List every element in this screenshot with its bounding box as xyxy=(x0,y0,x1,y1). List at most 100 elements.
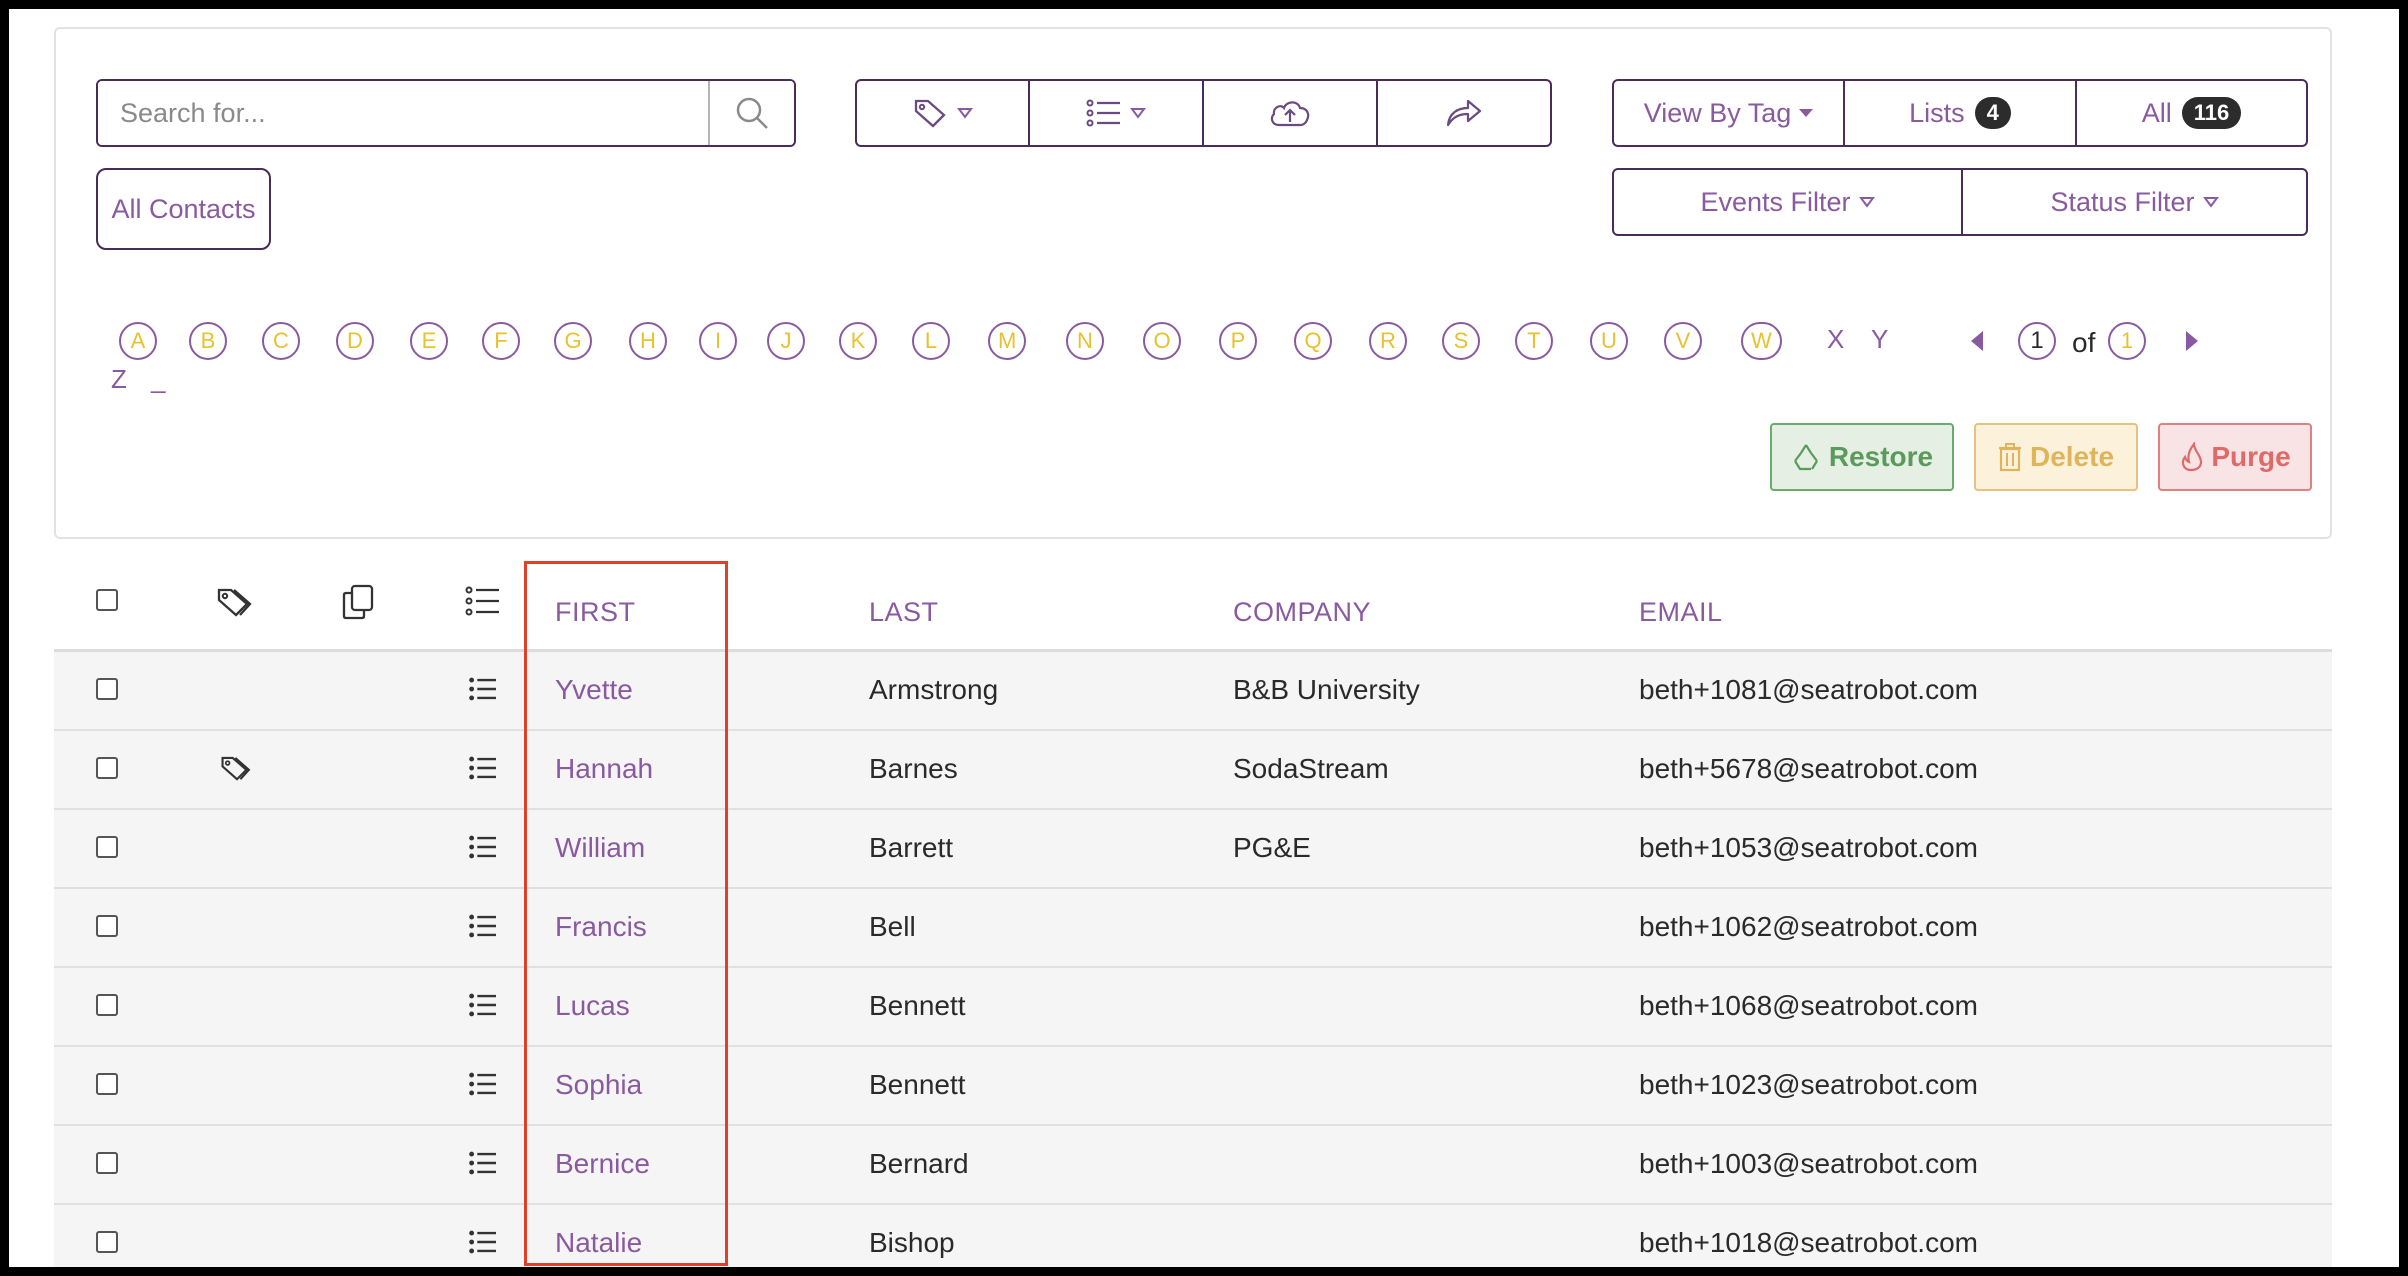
tag-dropdown-button[interactable] xyxy=(855,79,1030,147)
caret-down-icon xyxy=(1799,109,1814,117)
first-name-link[interactable]: William xyxy=(555,832,645,864)
current-page: 1 xyxy=(2018,322,2056,360)
letter-filter-e[interactable]: E xyxy=(410,322,448,360)
list-column-icon xyxy=(465,586,499,616)
letter-filter-q[interactable]: Q xyxy=(1294,322,1332,360)
letter-filter-z[interactable]: Z xyxy=(111,364,127,395)
table-row[interactable]: William Barrett PG&E beth+1053@seatrobot.co… xyxy=(54,810,2332,889)
first-name-link[interactable]: Francis xyxy=(555,911,647,943)
table-row[interactable]: Lucas Bennett beth+1068@seatrobot.com xyxy=(54,968,2332,1047)
status-filter-button[interactable]: Status Filter xyxy=(1961,168,2308,236)
letter-filter-g[interactable]: G xyxy=(554,322,592,360)
first-name-link[interactable]: Sophia xyxy=(555,1069,642,1101)
first-name-link[interactable]: Bernice xyxy=(555,1148,650,1180)
letter-filter-o[interactable]: O xyxy=(1143,322,1181,360)
row-checkbox[interactable] xyxy=(96,757,118,779)
letter-filter-r[interactable]: R xyxy=(1369,322,1407,360)
controls-panel: View By Tag Lists4 All116 Events Filter … xyxy=(54,27,2332,539)
letter-filter-p[interactable]: P xyxy=(1219,322,1257,360)
letter-filter-k[interactable]: K xyxy=(839,322,877,360)
column-header-email[interactable]: EMAIL xyxy=(1639,597,1723,628)
row-checkbox[interactable] xyxy=(96,1073,118,1095)
search-input[interactable] xyxy=(98,81,708,145)
lists-button[interactable]: Lists 4 xyxy=(1843,79,2077,147)
chevron-down-icon xyxy=(2202,197,2219,208)
row-checkbox[interactable] xyxy=(96,915,118,937)
table-row[interactable]: Bernice Bernard beth+1003@seatrobot.com xyxy=(54,1126,2332,1205)
letter-filter-y[interactable]: Y xyxy=(1871,324,1888,355)
tag-icon xyxy=(914,99,946,128)
previous-page-icon[interactable] xyxy=(1969,329,1985,353)
row-checkbox[interactable] xyxy=(96,994,118,1016)
letter-filter-h[interactable]: H xyxy=(629,322,667,360)
letter-filter-x[interactable]: X xyxy=(1827,324,1844,355)
letter-filter-j[interactable]: J xyxy=(767,322,805,360)
purge-button[interactable]: Purge xyxy=(2158,423,2312,491)
column-header-company[interactable]: COMPANY xyxy=(1233,597,1371,628)
letter-filter-u[interactable]: U xyxy=(1590,322,1628,360)
list-icon[interactable] xyxy=(468,834,498,865)
list-icon[interactable] xyxy=(468,755,498,786)
letter-filter-d[interactable]: D xyxy=(336,322,374,360)
next-page-icon[interactable] xyxy=(2184,329,2200,353)
share-arrow-icon xyxy=(1446,99,1482,127)
letter-filter-t[interactable]: T xyxy=(1515,322,1553,360)
all-count-badge: 116 xyxy=(2181,97,2242,129)
table-row[interactable]: Sophia Bennett beth+1023@seatrobot.com xyxy=(54,1047,2332,1126)
letter-filter-v[interactable]: V xyxy=(1664,322,1702,360)
table-row[interactable]: Natalie Bishop beth+1018@seatrobot.com xyxy=(54,1205,2332,1267)
letter-filter-n[interactable]: N xyxy=(1066,322,1104,360)
list-dropdown-button[interactable] xyxy=(1028,79,1204,147)
letter-filter-m[interactable]: M xyxy=(988,322,1027,360)
letter-filter-b[interactable]: B xyxy=(189,322,227,360)
chevron-down-icon xyxy=(1858,197,1875,208)
search-button[interactable] xyxy=(708,81,794,145)
restore-button[interactable]: Restore xyxy=(1770,423,1954,491)
first-name-link[interactable]: Lucas xyxy=(555,990,630,1022)
row-checkbox[interactable] xyxy=(96,1152,118,1174)
table-row[interactable]: Yvette Armstrong B&B University beth+1081@s… xyxy=(54,652,2332,731)
all-button[interactable]: All 116 xyxy=(2075,79,2308,147)
first-name-link[interactable]: Hannah xyxy=(555,753,653,785)
list-icon[interactable] xyxy=(468,1071,498,1102)
view-by-tag-button[interactable]: View By Tag xyxy=(1612,79,1845,147)
list-icon[interactable] xyxy=(468,913,498,944)
events-filter-button[interactable]: Events Filter xyxy=(1612,168,1963,236)
cloud-upload-icon xyxy=(1270,101,1310,127)
company: PG&E xyxy=(1233,832,1311,863)
company: SodaStream xyxy=(1233,753,1389,784)
last-name: Bell xyxy=(869,911,916,942)
last-name: Bennett xyxy=(869,990,966,1021)
list-icon[interactable] xyxy=(468,676,498,707)
first-name-link[interactable]: Natalie xyxy=(555,1227,642,1259)
letter-filter-l[interactable]: L xyxy=(912,322,950,360)
table-row[interactable]: Hannah Barnes SodaStream beth+5678@seatrobo… xyxy=(54,731,2332,810)
letter-filter-w[interactable]: W xyxy=(1741,322,1782,360)
app-frame: View By Tag Lists4 All116 Events Filter … xyxy=(9,9,2399,1267)
list-icon[interactable] xyxy=(468,992,498,1023)
list-icon[interactable] xyxy=(468,1229,498,1260)
search-box xyxy=(96,79,796,147)
list-icon[interactable] xyxy=(468,1150,498,1181)
first-name-link[interactable]: Yvette xyxy=(555,674,633,706)
letter-filter-a[interactable]: A xyxy=(119,322,157,360)
letter-filter-s[interactable]: S xyxy=(1442,322,1480,360)
all-contacts-button[interactable]: All Contacts xyxy=(96,168,271,250)
table-row[interactable]: Francis Bell beth+1062@seatrobot.com xyxy=(54,889,2332,968)
row-checkbox[interactable] xyxy=(96,836,118,858)
column-header-last[interactable]: LAST xyxy=(869,597,939,628)
tag-icon[interactable] xyxy=(220,755,254,788)
letter-filter-underscore[interactable]: _ xyxy=(151,364,165,395)
row-checkbox[interactable] xyxy=(96,678,118,700)
letter-filter-c[interactable]: C xyxy=(262,322,300,360)
select-all-checkbox[interactable] xyxy=(96,589,118,611)
share-button[interactable] xyxy=(1376,79,1552,147)
column-header-first[interactable]: FIRST xyxy=(555,597,636,628)
letter-filter-i[interactable]: I xyxy=(699,322,737,360)
row-checkbox[interactable] xyxy=(96,1231,118,1253)
letter-filter-f[interactable]: F xyxy=(482,322,520,360)
events-filter-label: Events Filter xyxy=(1700,186,1851,217)
flame-icon xyxy=(2182,442,2203,472)
upload-button[interactable] xyxy=(1202,79,1378,147)
delete-button[interactable]: Delete xyxy=(1974,423,2138,491)
